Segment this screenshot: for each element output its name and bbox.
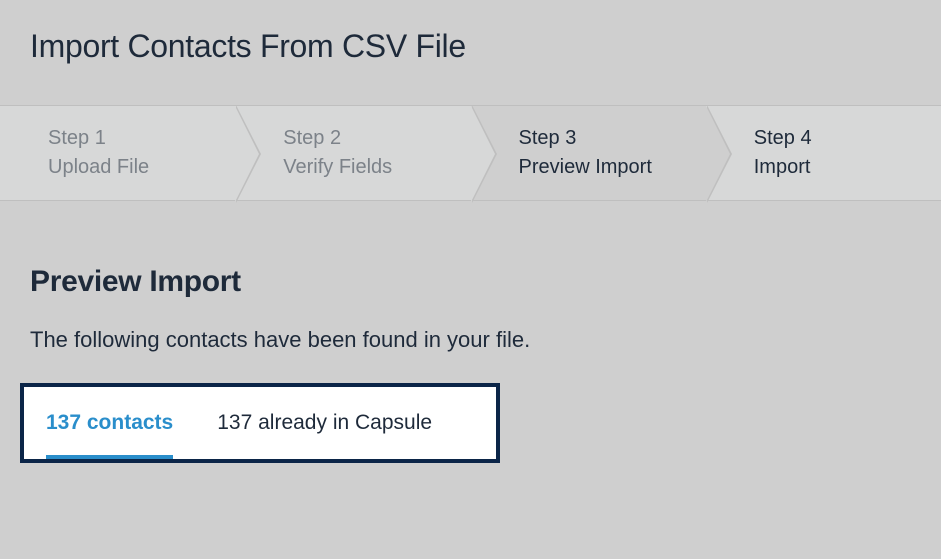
section-subheading: The following contacts have been found i… bbox=[30, 327, 911, 353]
step-verify-fields[interactable]: Step 2 Verify Fields bbox=[235, 106, 470, 200]
step-number: Step 4 bbox=[754, 124, 941, 153]
step-preview-import[interactable]: Step 3 Preview Import bbox=[471, 106, 706, 200]
tab-already-in-capsule[interactable]: 137 already in Capsule bbox=[195, 387, 454, 459]
step-import[interactable]: Step 4 Import bbox=[706, 106, 941, 200]
step-number: Step 2 bbox=[283, 124, 470, 153]
import-stepper: Step 1 Upload File Step 2 Verify Fields … bbox=[0, 105, 941, 201]
step-number: Step 3 bbox=[519, 124, 706, 153]
preview-import-section: Preview Import The following contacts ha… bbox=[0, 201, 941, 463]
tab-new-contacts[interactable]: 137 contacts bbox=[24, 387, 195, 459]
step-label: Upload File bbox=[48, 153, 235, 182]
section-heading: Preview Import bbox=[30, 265, 911, 299]
page-title: Import Contacts From CSV File bbox=[0, 0, 941, 105]
preview-tabs: 137 contacts 137 already in Capsule bbox=[20, 383, 500, 463]
step-label: Verify Fields bbox=[283, 153, 470, 182]
step-label: Import bbox=[754, 153, 941, 182]
step-label: Preview Import bbox=[519, 153, 706, 182]
step-number: Step 1 bbox=[48, 124, 235, 153]
step-upload-file[interactable]: Step 1 Upload File bbox=[0, 106, 235, 200]
